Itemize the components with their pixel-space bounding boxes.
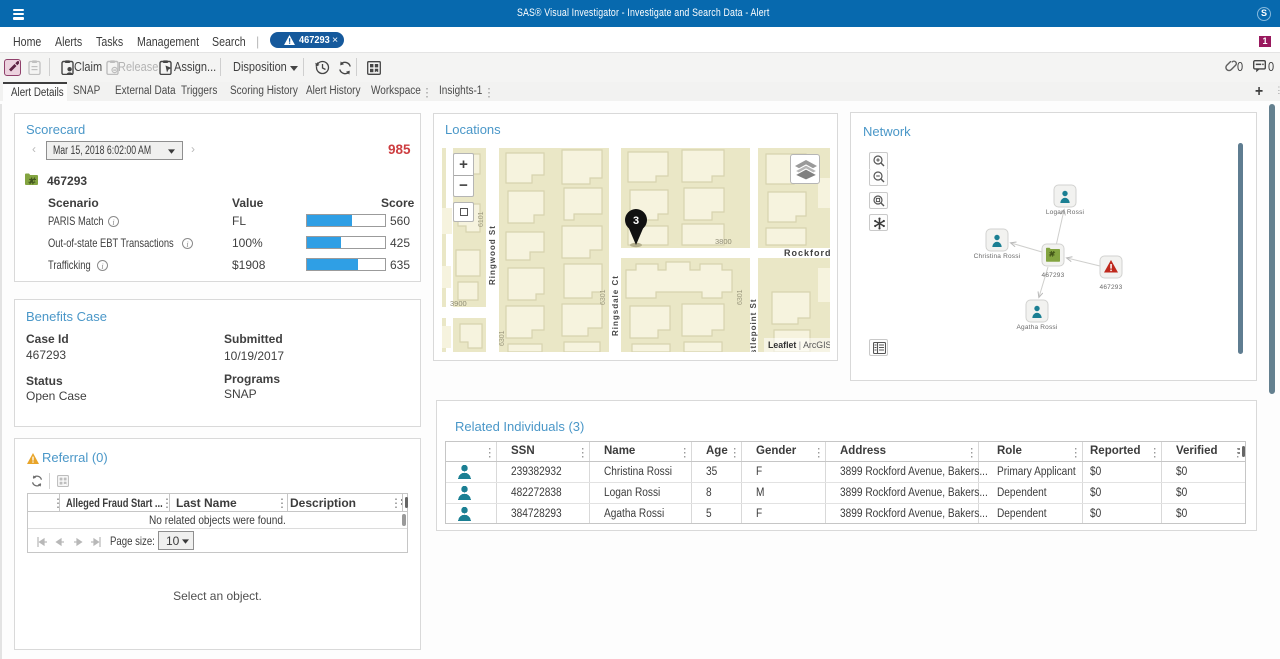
svg-text:Ringwood St: Ringwood St xyxy=(488,225,497,285)
svg-text:Logan Rossi: Logan Rossi xyxy=(1046,209,1084,216)
svg-text:3800: 3800 xyxy=(715,237,732,246)
svg-text:6301: 6301 xyxy=(737,289,744,305)
svg-text:3900: 3900 xyxy=(450,299,467,308)
svg-text:467293: 467293 xyxy=(1042,272,1065,279)
svg-text:Rockford: Rockford xyxy=(784,248,830,258)
svg-text:6301: 6301 xyxy=(499,330,506,346)
svg-text:stlepoint St: stlepoint St xyxy=(749,298,758,352)
svg-text:Leaflet | ArcGIS: Leaflet | ArcGIS xyxy=(768,340,830,350)
svg-text:467293: 467293 xyxy=(1100,284,1123,291)
svg-text:Ringsdale Ct: Ringsdale Ct xyxy=(611,275,620,336)
svg-text:Christina Rossi: Christina Rossi xyxy=(974,253,1021,260)
svg-text:3: 3 xyxy=(633,215,639,227)
svg-text:Agatha Rossi: Agatha Rossi xyxy=(1016,324,1057,331)
svg-text:6101: 6101 xyxy=(478,211,485,227)
svg-text:6301: 6301 xyxy=(600,289,607,305)
